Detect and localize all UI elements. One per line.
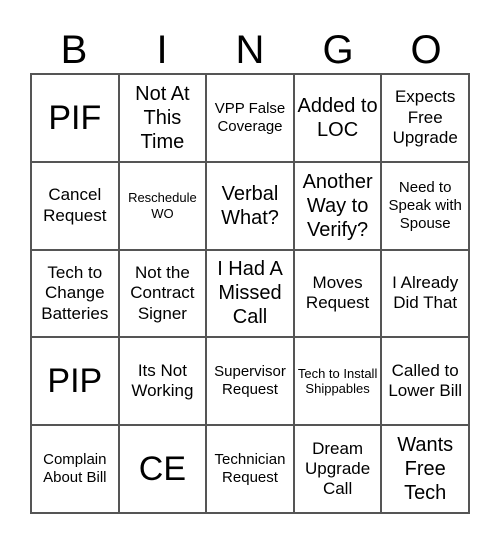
bingo-cell[interactable]: I Had A Missed Call: [206, 249, 294, 338]
bingo-cell[interactable]: Added to LOC: [293, 74, 382, 162]
header-letter: O: [410, 28, 442, 72]
bingo-cell[interactable]: Another Way to Verify?: [293, 161, 382, 250]
bingo-cell[interactable]: Cancel Request: [31, 161, 119, 250]
bingo-cell[interactable]: Verbal What?: [206, 161, 294, 250]
bingo-cell[interactable]: Technician Request: [206, 425, 294, 513]
bingo-grid: PIF Not At This Time VPP False Coverage …: [30, 73, 470, 514]
bingo-cell[interactable]: Moves Request: [293, 249, 382, 338]
bingo-cell[interactable]: Wants Free Tech: [381, 425, 469, 513]
header-letter: B: [60, 28, 88, 72]
bingo-cell[interactable]: Called to Lower Bill: [381, 337, 469, 426]
bingo-cell[interactable]: VPP False Coverage: [206, 74, 294, 162]
header-letter: N: [235, 28, 265, 72]
header-letter: G: [322, 28, 354, 72]
bingo-cell[interactable]: Tech to Install Shippables: [293, 337, 382, 426]
bingo-cell[interactable]: I Already Did That: [381, 249, 469, 338]
bingo-cell[interactable]: PIP: [31, 337, 119, 426]
bingo-cell[interactable]: Not the Contract Signer: [118, 249, 207, 338]
bingo-cell[interactable]: Need to Speak with Spouse: [381, 161, 469, 250]
bingo-cell[interactable]: CE: [118, 425, 207, 513]
bingo-cell[interactable]: Tech to Change Batteries: [31, 249, 119, 338]
bingo-cell[interactable]: Dream Upgrade Call: [293, 425, 382, 513]
bingo-cell[interactable]: Its Not Working: [118, 337, 207, 426]
bingo-header: B I N G O: [30, 26, 470, 74]
bingo-cell[interactable]: Not At This Time: [118, 74, 207, 162]
bingo-cell[interactable]: Supervisor Request: [206, 337, 294, 426]
bingo-cell[interactable]: PIF: [31, 74, 119, 162]
bingo-cell[interactable]: Complain About Bill: [31, 425, 119, 513]
header-letter: I: [156, 28, 168, 72]
bingo-cell[interactable]: Reschedule WO: [118, 161, 207, 250]
bingo-cell[interactable]: Expects Free Upgrade: [381, 74, 469, 162]
